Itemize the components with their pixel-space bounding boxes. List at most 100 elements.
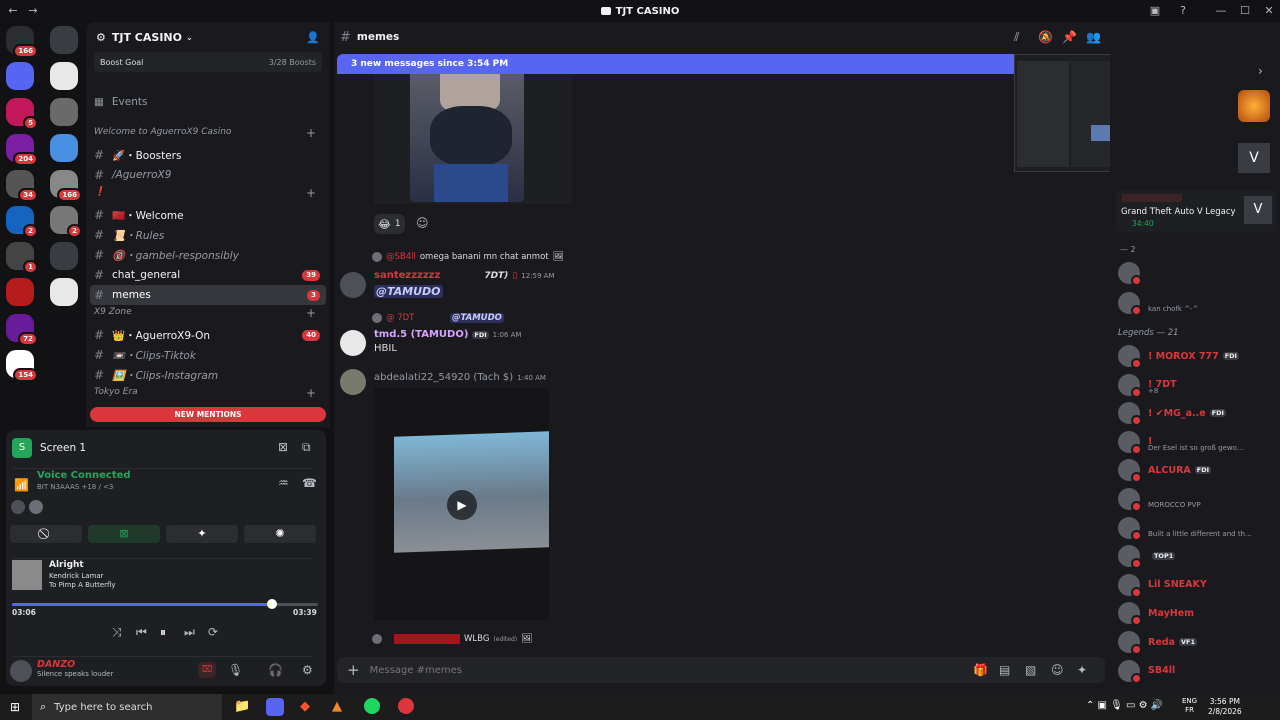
server-icon[interactable]: 166 bbox=[50, 170, 82, 202]
play-button[interactable]: ▶ bbox=[447, 490, 477, 520]
tray-icons[interactable]: ⌃ ▣ 🎙 ▭ ⚙ 🔊 bbox=[1086, 700, 1163, 711]
message-avatar[interactable] bbox=[340, 369, 366, 395]
taskbar-search[interactable]: ⌕ Type here to search bbox=[32, 694, 222, 720]
reaction[interactable]: 😂 1 bbox=[374, 214, 405, 234]
disconnect-icon[interactable]: ☎ bbox=[302, 476, 317, 490]
add-channel-icon[interactable]: + bbox=[306, 186, 316, 200]
message-input[interactable] bbox=[369, 664, 930, 676]
inbox-icon[interactable]: ▣ bbox=[1148, 4, 1162, 18]
server-icon[interactable] bbox=[50, 134, 78, 162]
help-icon[interactable]: ? bbox=[1176, 4, 1190, 18]
member-item[interactable]: ! MOROX 777 FDI bbox=[1118, 344, 1278, 369]
participant-avatar[interactable] bbox=[29, 500, 43, 514]
noise-suppression-icon[interactable]: ♒ bbox=[278, 476, 289, 490]
activity-card[interactable]: Grand Theft Auto V Legacy 34:40 V bbox=[1116, 190, 1276, 232]
sticker-icon[interactable]: ▧ bbox=[1025, 663, 1036, 677]
soundboard-button[interactable]: ✺ bbox=[244, 525, 316, 543]
user-avatar[interactable] bbox=[10, 660, 32, 682]
channel-category[interactable]: Tokyo Era + bbox=[94, 386, 316, 400]
add-channel-icon[interactable]: + bbox=[306, 306, 316, 320]
previous-icon[interactable]: ⏮ bbox=[136, 625, 147, 640]
discord-app-icon[interactable] bbox=[266, 698, 284, 716]
settings-icon[interactable]: ⚙ bbox=[302, 663, 313, 677]
apps-icon[interactable]: ✦ bbox=[1077, 663, 1087, 677]
member-item[interactable]: ALCURA FDI bbox=[1118, 458, 1278, 484]
server-icon[interactable] bbox=[50, 26, 78, 54]
video-attachment[interactable]: ▶ bbox=[374, 388, 549, 620]
maximize-icon[interactable]: ☐ bbox=[1238, 4, 1252, 18]
member-item[interactable]: kan chofk ^-^ bbox=[1118, 291, 1278, 316]
reply-preview[interactable]: @SB4ll omega banani mn chat anmot 🖼 bbox=[372, 252, 564, 262]
member-item[interactable]: TOP1 bbox=[1118, 544, 1278, 570]
channel-item[interactable]: # /AguerroX9 bbox=[90, 165, 326, 185]
camera-icon[interactable]: ⌧ bbox=[198, 662, 216, 678]
add-channel-icon[interactable]: + bbox=[306, 386, 316, 400]
file-explorer-icon[interactable]: 📁 bbox=[234, 699, 250, 714]
music-progress-bar[interactable] bbox=[12, 599, 318, 609]
channel-category[interactable]: Welcome to AguerroX9 Casino + bbox=[94, 126, 316, 140]
channel-item[interactable]: # 📼・Clips-Tiktok bbox=[90, 345, 326, 365]
message-avatar[interactable] bbox=[340, 272, 366, 298]
app-icon[interactable]: ▲ bbox=[332, 699, 342, 714]
guild-icon[interactable]: 34 bbox=[6, 170, 38, 202]
member-item[interactable] bbox=[1118, 261, 1278, 286]
activities-button[interactable]: ✦ bbox=[166, 525, 238, 543]
member-item[interactable]: ! ✔MG_a..e FDI bbox=[1118, 401, 1278, 427]
record-app-icon[interactable] bbox=[398, 698, 414, 714]
close-icon[interactable]: ✕ bbox=[1262, 4, 1276, 18]
gif-icon[interactable]: ▤ bbox=[999, 663, 1010, 677]
spotify-icon[interactable] bbox=[364, 698, 380, 714]
emoji-icon[interactable]: ☺ bbox=[1051, 663, 1064, 677]
message-author[interactable]: abdealati22_54920 (Tach $) bbox=[374, 372, 513, 383]
minimize-icon[interactable]: — bbox=[1214, 4, 1228, 18]
close-stream-icon[interactable]: ⊠ bbox=[278, 440, 288, 454]
windows-start-icon[interactable]: ⊞ bbox=[10, 700, 20, 714]
user-mention[interactable]: @TAMUDO bbox=[374, 285, 443, 298]
guild-icon[interactable]: 1 bbox=[6, 242, 38, 274]
server-icon[interactable] bbox=[50, 242, 78, 270]
message-author[interactable]: santezzzzzz bbox=[374, 270, 440, 281]
channel-item[interactable]: # 📜・Rules bbox=[90, 225, 326, 245]
channel-category[interactable]: X9 Zone + bbox=[94, 306, 316, 320]
headset-icon[interactable]: 🎧 bbox=[268, 663, 283, 677]
member-item[interactable]: Built a little different and th... bbox=[1118, 516, 1278, 541]
new-mentions-button[interactable]: NEW MENTIONS bbox=[90, 407, 326, 422]
add-channel-icon[interactable]: + bbox=[306, 126, 316, 140]
add-attachment-icon[interactable]: + bbox=[347, 661, 360, 679]
member-item[interactable]: SB4ll bbox=[1118, 659, 1278, 684]
server-header[interactable]: ⚙ TJT CASINO ⌄ 👤 bbox=[86, 22, 330, 52]
member-list-icon[interactable]: 👥 bbox=[1086, 30, 1101, 44]
message-avatar[interactable] bbox=[340, 330, 366, 356]
popout-icon[interactable]: ⧉ bbox=[302, 440, 311, 455]
member-item[interactable]: Reda VF1 bbox=[1118, 630, 1278, 655]
channel-item[interactable]: # 🔞・gambel-responsibly bbox=[90, 245, 326, 265]
image-attachment[interactable] bbox=[374, 74, 572, 204]
member-item[interactable]: ! 7DT +8 bbox=[1118, 373, 1278, 398]
member-item[interactable]: Lil SNEAKY bbox=[1118, 573, 1278, 598]
camera-off-button[interactable]: ⃠ bbox=[10, 525, 82, 543]
chevron-right-icon[interactable]: › bbox=[1258, 64, 1263, 78]
language-indicator[interactable]: ENG FR bbox=[1182, 697, 1197, 715]
message-author[interactable]: tmd.5 (TAMUDO) bbox=[374, 329, 468, 340]
channel-item[interactable]: # 🚀・Boosters bbox=[90, 145, 326, 165]
screen-share-button[interactable]: ⊠ bbox=[88, 525, 160, 543]
add-member-icon[interactable]: 👤 bbox=[306, 31, 320, 44]
guild-icon[interactable] bbox=[6, 278, 34, 306]
channel-item[interactable]: # 🇲🇦・Welcome bbox=[90, 205, 326, 225]
pause-icon[interactable]: ⏸ bbox=[160, 625, 166, 640]
guild-icon[interactable] bbox=[6, 62, 34, 90]
repeat-icon[interactable]: ⟳ bbox=[208, 625, 218, 639]
gift-icon[interactable]: 🎁 bbox=[973, 663, 988, 677]
clock[interactable]: 3:56 PM 2/8/2026 bbox=[1208, 697, 1242, 717]
shuffle-icon[interactable]: ⤨ bbox=[112, 625, 122, 640]
mic-icon[interactable]: 🎙 bbox=[228, 663, 243, 677]
guild-icon[interactable]: 5 bbox=[6, 98, 38, 130]
guild-icon[interactable]: 2 bbox=[6, 206, 38, 238]
reply-preview[interactable]: @ 7DT @TAMUDO bbox=[372, 313, 504, 323]
channel-category[interactable]: ❗ + bbox=[94, 186, 316, 200]
next-icon[interactable]: ⏭ bbox=[184, 625, 195, 640]
member-item[interactable]: ! Der Esel ist so groß gewo... bbox=[1118, 430, 1278, 455]
guild-icon[interactable]: 154 bbox=[6, 350, 38, 382]
guild-icon[interactable]: 204 bbox=[6, 134, 38, 166]
server-icon[interactable] bbox=[50, 98, 78, 126]
